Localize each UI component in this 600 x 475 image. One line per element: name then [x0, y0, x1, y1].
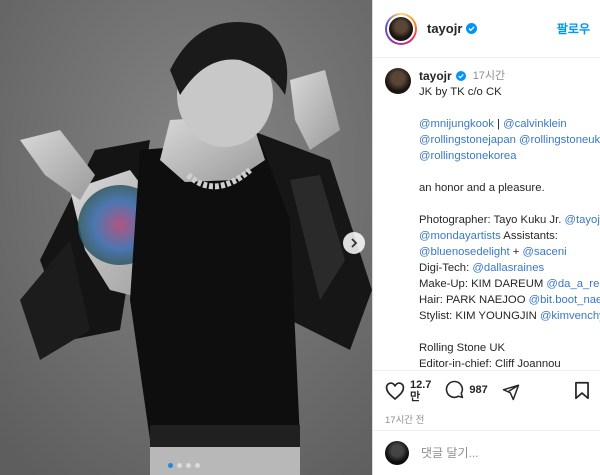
post-timestamp: 17시간 전 [385, 415, 425, 426]
verified-badge-icon [466, 23, 478, 34]
caption-line: @mondayartists Assistants: [419, 228, 600, 244]
caption-text-segment: Stylist: KIM YOUNGJIN [419, 310, 540, 322]
mention-link[interactable]: @tayojr [565, 214, 600, 226]
author-avatar[interactable] [385, 12, 417, 45]
comment-icon [446, 380, 464, 399]
caption-line: Digi-Tech: @dallasraines [419, 260, 600, 276]
chevron-right-icon [351, 238, 358, 248]
caption-line: @mnijungkook | @calvinklein [419, 116, 600, 132]
post-header: tayojr 팔로우 [373, 0, 600, 58]
like-button[interactable]: 12.7 만 [385, 379, 431, 403]
caption-line: @rollingstonejapan @rollingstoneuk [419, 132, 600, 148]
mention-link[interactable]: @rollingstonejapan [419, 134, 516, 146]
caption-text-segment: Hair: PARK NAEJOO [419, 294, 529, 306]
caption-line: @rollingstonekorea [419, 148, 600, 164]
bookmark-icon [575, 381, 589, 400]
mention-link[interactable]: @rollingstoneuk [519, 134, 600, 146]
mention-link[interactable]: @bluenosedelight [419, 246, 510, 258]
like-count: 12.7 만 [410, 379, 431, 403]
caption-line: Hair: PARK NAEJOO @bit.boot_naejoo [419, 292, 600, 308]
caption-line: Editor-in-chief: Cliff Joannou [419, 356, 600, 370]
carousel-dot [186, 463, 191, 468]
caption: tayojr 17시간 JK by TK c/o CK @mnijungkook … [373, 58, 600, 370]
save-button[interactable] [574, 381, 590, 405]
caption-text-segment: Rolling Stone UK [419, 342, 506, 354]
verified-badge-icon [455, 71, 466, 81]
caption-text-segment: Assistants: [500, 230, 558, 242]
carousel-next-button[interactable] [343, 232, 365, 254]
caption-line: Make-Up: KIM DAREUM @da_a_reum [419, 276, 600, 292]
caption-text-segment: Photographer: Tayo Kuku Jr. [419, 214, 565, 226]
caption-text-segment: Make-Up: KIM DAREUM [419, 278, 547, 290]
caption-text-segment: + [509, 246, 523, 258]
share-icon [502, 384, 520, 401]
heart-icon [385, 381, 405, 400]
caption-line: Rolling Stone UK [419, 340, 600, 356]
carousel-dot [168, 463, 173, 468]
carousel-dot [195, 463, 200, 468]
mention-link[interactable]: @bit.boot_naejoo [529, 294, 600, 306]
author-username[interactable]: tayojr [427, 21, 462, 36]
current-user-avatar [385, 441, 409, 465]
mention-link[interactable]: @mnijungkook [419, 118, 494, 130]
caption-text-segment: Digi-Tech: [419, 262, 473, 274]
comment-count: 987 [469, 383, 488, 396]
post-photo [0, 0, 372, 475]
mention-link[interactable]: @mondayartists [419, 230, 501, 242]
post-media[interactable] [0, 0, 372, 475]
caption-avatar[interactable] [385, 68, 411, 94]
caption-text-segment: an honor and a pleasure. [419, 182, 545, 194]
caption-time: 17시간 [472, 70, 506, 82]
mention-link[interactable]: @calvinklein [503, 118, 567, 130]
mention-link[interactable]: @kimvenchy [540, 310, 600, 322]
caption-username[interactable]: tayojr [419, 68, 452, 84]
caption-line: JK by TK c/o CK [419, 84, 600, 100]
comment-bar [373, 430, 600, 475]
share-button[interactable] [502, 383, 520, 406]
follow-button[interactable]: 팔로우 [557, 20, 590, 37]
caption-text-segment: JK by TK c/o CK [419, 86, 502, 98]
action-bar: 12.7 만 987 17시간 전 [373, 370, 600, 430]
carousel-dots [168, 463, 200, 468]
post-panel: tayojr 팔로우 tayojr 17시간 JK by TK c/o CK @m… [372, 0, 600, 475]
comment-input[interactable] [421, 446, 581, 460]
mention-link[interactable]: @da_a_reum [546, 278, 600, 290]
caption-body: tayojr 17시간 JK by TK c/o CK @mnijungkook … [419, 68, 600, 370]
like-count-value: 12.7 [410, 379, 432, 391]
caption-text: JK by TK c/o CK @mnijungkook | @calvinkle… [419, 84, 600, 370]
like-count-unit: 만 [410, 391, 421, 403]
caption-text-segment: Editor-in-chief: Cliff Joannou [419, 358, 561, 370]
carousel-dot [177, 463, 182, 468]
mention-link[interactable]: @saceni [523, 246, 567, 258]
caption-text-segment: | [493, 118, 504, 130]
mention-link[interactable]: @rollingstonekorea [419, 150, 517, 162]
caption-line: an honor and a pleasure. [419, 180, 600, 196]
caption-line: @bluenosedelight + @saceni [419, 244, 600, 260]
caption-line: Photographer: Tayo Kuku Jr. @tayojr [419, 212, 600, 228]
caption-line: Stylist: KIM YOUNGJIN @kimvenchy [419, 308, 600, 324]
mention-link[interactable]: @dallasraines [472, 262, 544, 274]
comment-button[interactable]: 987 [445, 380, 488, 399]
